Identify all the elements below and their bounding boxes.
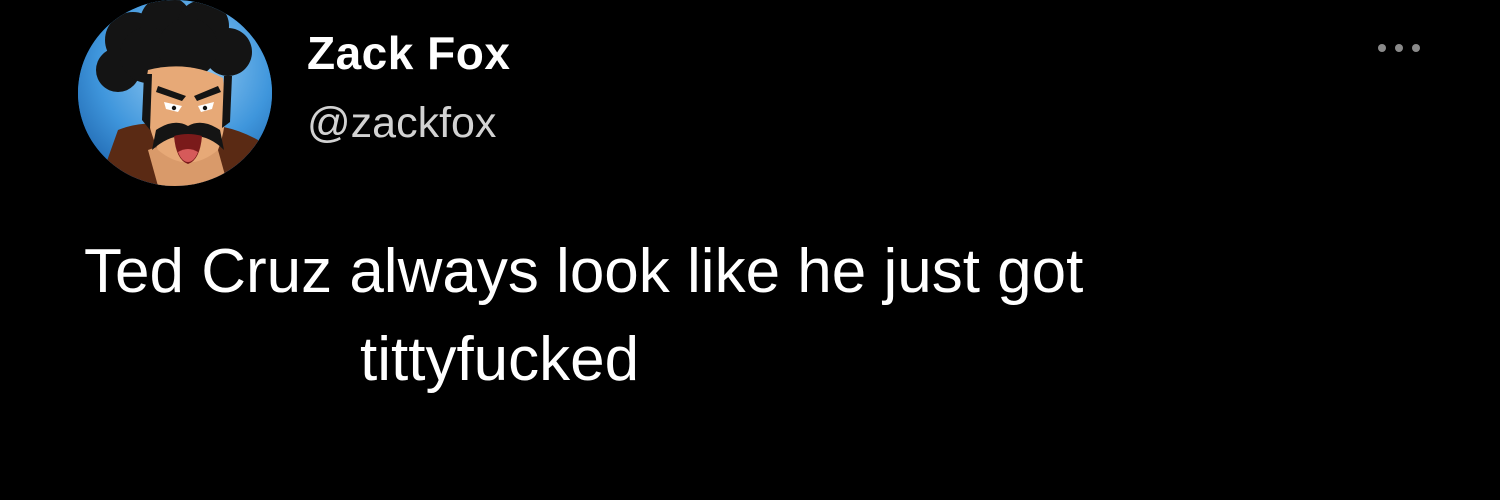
cartoon-man-avatar-icon: [78, 0, 272, 186]
user-handle[interactable]: @zackfox: [307, 99, 496, 148]
more-options-button[interactable]: [1372, 36, 1426, 60]
profile-avatar[interactable]: [78, 0, 272, 186]
tweet-text: Ted Cruz always look like he just got tit…: [84, 228, 1404, 404]
tweet-card: Zack Fox @zackfox Ted Cruz always look l…: [0, 0, 1500, 500]
more-horizontal-icon: [1378, 44, 1420, 52]
tweet-text-line-1: Ted Cruz always look like he just got: [84, 237, 1084, 306]
tweet-text-line-2: tittyfucked: [360, 325, 640, 394]
display-name[interactable]: Zack Fox: [307, 26, 510, 80]
